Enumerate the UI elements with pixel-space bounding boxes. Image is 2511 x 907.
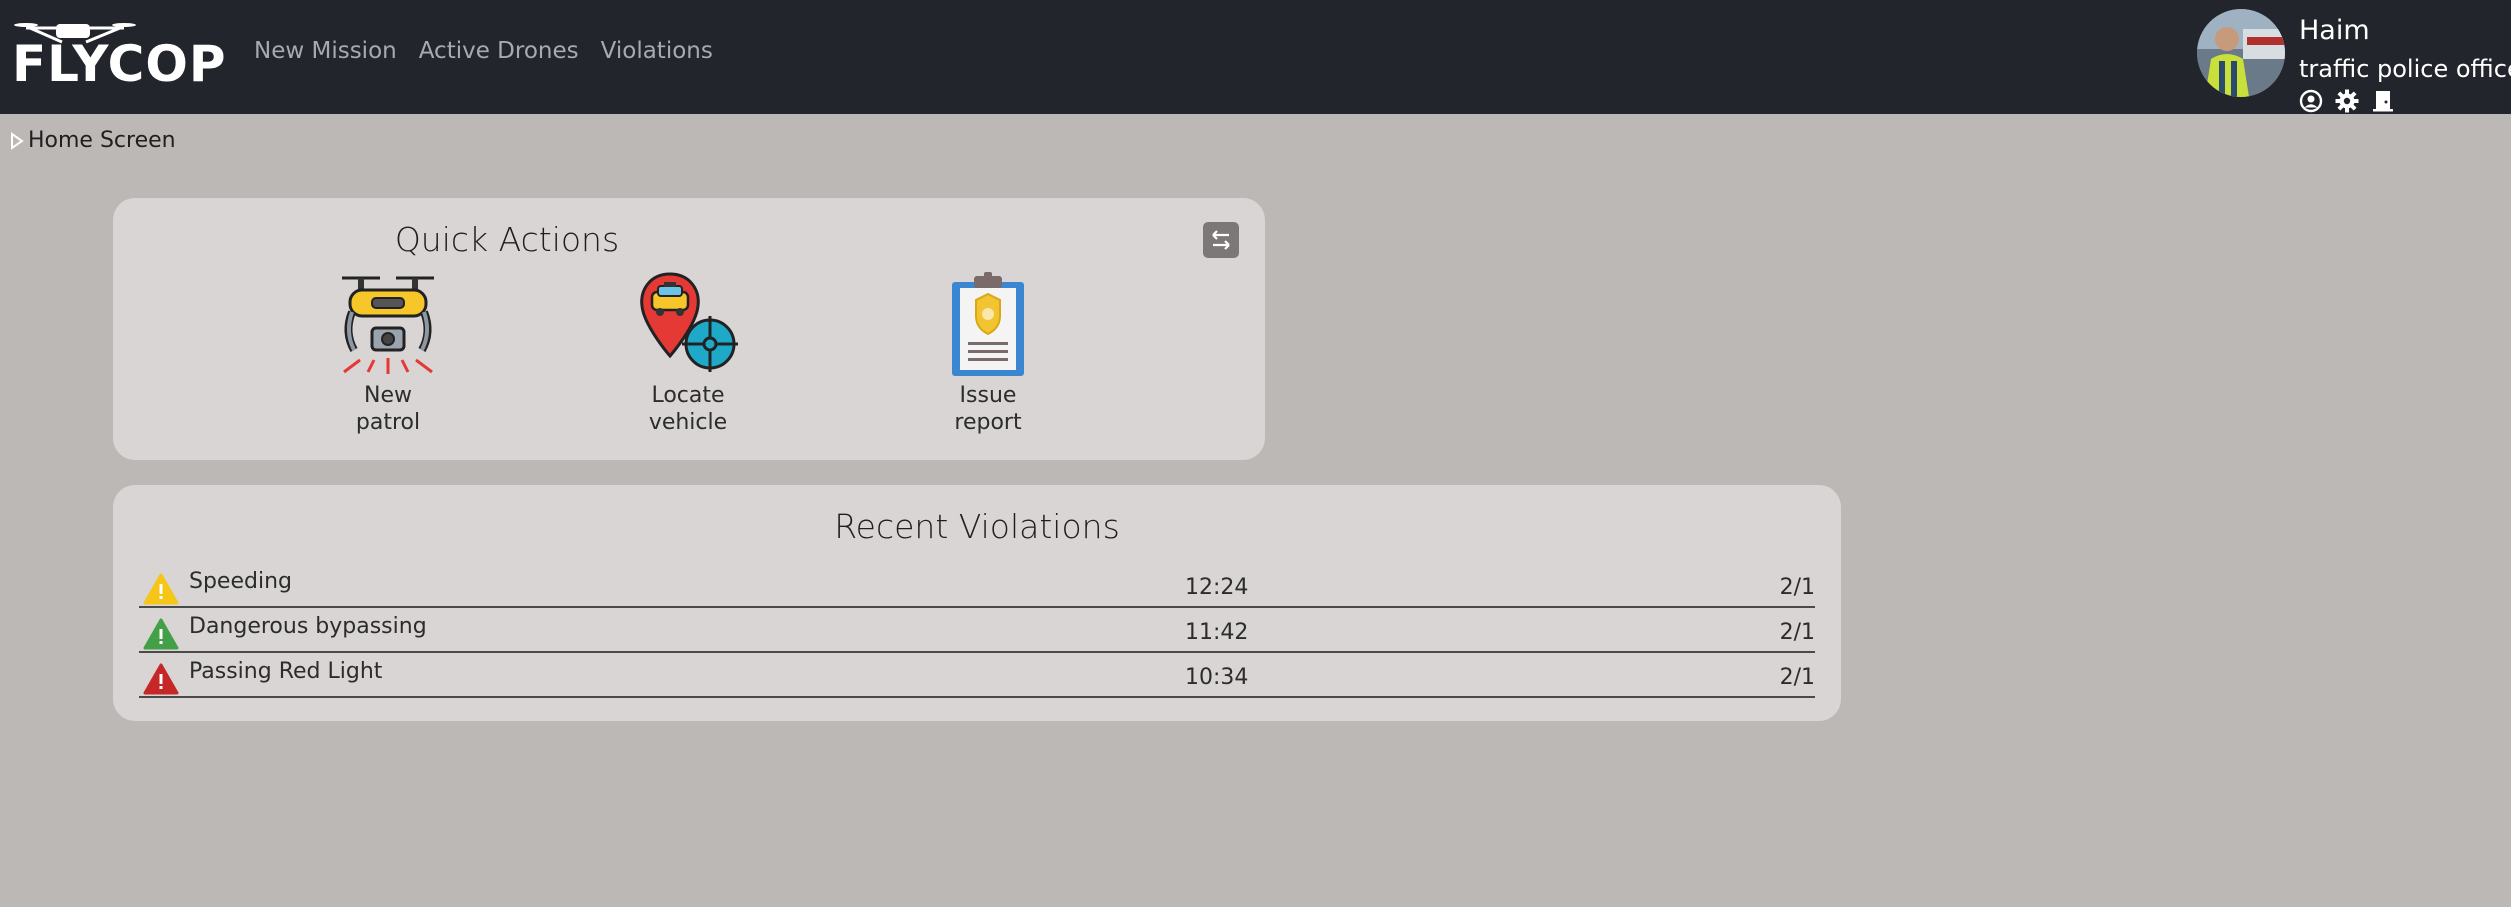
action-label: New patrol: [355, 383, 421, 435]
violation-time: 10:34: [1185, 665, 1249, 690]
swap-button[interactable]: [1203, 222, 1239, 258]
breadcrumb: Home Screen: [10, 128, 176, 153]
violation-date: 2/1: [1779, 575, 1815, 600]
violation-type: Dangerous bypassing: [189, 614, 427, 639]
violation-time: 11:42: [1185, 620, 1249, 645]
nav-violations[interactable]: Violations: [601, 38, 713, 64]
nav-active-drones[interactable]: Active Drones: [419, 38, 579, 64]
violation-time: 12:24: [1185, 575, 1249, 600]
recent-violations-card: Recent Violations Speeding 12:24 2/1 Dan…: [113, 485, 1841, 721]
violation-date: 2/1: [1779, 665, 1815, 690]
action-locate-vehicle[interactable]: Locate vehicle: [608, 272, 768, 436]
warning-icon: [143, 618, 179, 650]
logo-text: FLYCOP: [12, 35, 227, 93]
locate-vehicle-icon: [640, 272, 738, 372]
avatar[interactable]: [2197, 9, 2285, 97]
list-item[interactable]: Speeding 12:24 2/1: [139, 563, 1815, 608]
violation-type: Passing Red Light: [189, 659, 383, 684]
warning-icon: [143, 573, 179, 605]
nav-new-mission[interactable]: New Mission: [254, 38, 397, 64]
top-navbar: FLYCOP New Mission Active Drones Violati…: [0, 0, 2511, 114]
quick-actions-title: Quick Actions: [394, 220, 620, 259]
warning-icon: [143, 663, 179, 695]
user-actions: [2299, 89, 2395, 113]
drone-icon: [342, 276, 434, 374]
swap-arrows-icon: [1212, 230, 1230, 250]
action-new-patrol[interactable]: New patrol: [308, 272, 468, 436]
user-name: Haim: [2299, 15, 2370, 46]
logout-door-icon[interactable]: [2371, 89, 2395, 113]
action-label: Locate vehicle: [648, 383, 728, 435]
flycop-logo[interactable]: FLYCOP: [12, 20, 226, 93]
action-issue-report[interactable]: Issue report: [908, 272, 1068, 436]
user-circle-icon[interactable]: [2299, 89, 2323, 113]
report-clipboard-icon: [952, 272, 1024, 376]
list-item[interactable]: Passing Red Light 10:34 2/1: [139, 653, 1815, 698]
violation-type: Speeding: [189, 569, 292, 594]
violations-list: Speeding 12:24 2/1 Dangerous bypassing 1…: [139, 563, 1815, 698]
list-item[interactable]: Dangerous bypassing 11:42 2/1: [139, 608, 1815, 653]
action-label: Issue report: [954, 383, 1022, 435]
main-nav: New Mission Active Drones Violations: [254, 38, 713, 64]
play-arrow-icon: [11, 131, 24, 150]
violation-date: 2/1: [1779, 620, 1815, 645]
quick-actions-card: Quick Actions New patrol Locate vehicle …: [113, 198, 1265, 460]
user-role: traffic police officer: [2299, 55, 2511, 83]
recent-violations-title: Recent Violations: [834, 507, 1120, 546]
breadcrumb-home[interactable]: Home Screen: [28, 128, 176, 153]
gear-icon[interactable]: [2335, 89, 2359, 113]
